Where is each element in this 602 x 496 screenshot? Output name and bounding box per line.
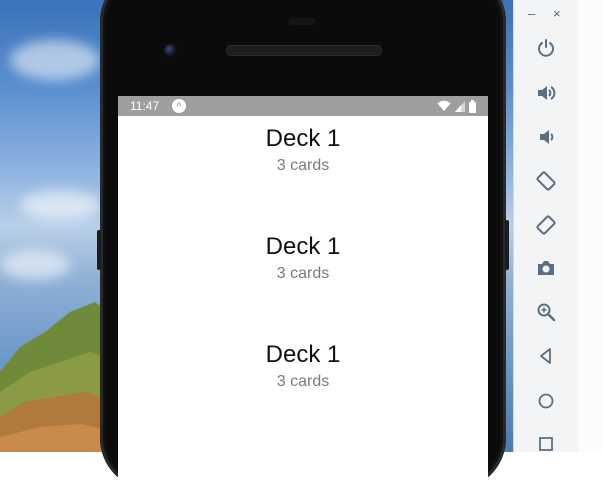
- rotate-left-icon: [536, 171, 556, 191]
- back-icon: [540, 348, 551, 364]
- overview-icon: [539, 437, 553, 451]
- deck-card-count: 3 cards: [276, 157, 330, 174]
- deck-title: Deck 1: [265, 341, 341, 368]
- emulator-toolbar: – ×: [513, 0, 579, 452]
- deck-item[interactable]: Deck 1 3 cards: [118, 124, 488, 177]
- status-bar: 11:47 ^: [118, 96, 488, 116]
- deck-card-count: 3 cards: [276, 373, 330, 390]
- close-button[interactable]: ×: [553, 6, 561, 21]
- window-edge: [578, 0, 602, 452]
- volume-down-icon: [540, 130, 554, 144]
- overview-button[interactable]: [530, 428, 562, 460]
- rotate-right-icon: [536, 215, 556, 235]
- zoom-button[interactable]: [530, 296, 562, 328]
- screenshot-button[interactable]: [530, 252, 562, 284]
- front-camera: [164, 44, 177, 57]
- expo-notification-icon: ^: [172, 99, 186, 113]
- status-time: 11:47: [130, 99, 160, 113]
- back-button[interactable]: [530, 340, 562, 372]
- minimize-button[interactable]: –: [528, 6, 535, 21]
- signal-icon: [455, 101, 465, 112]
- power-button[interactable]: [530, 32, 562, 64]
- rotate-left-button[interactable]: [530, 165, 562, 197]
- earpiece: [288, 18, 316, 25]
- camera-icon: [538, 261, 554, 275]
- deck-title: Deck 1: [265, 233, 341, 260]
- deck-card-count: 3 cards: [276, 265, 330, 282]
- phone-frame: 11:47 ^ Deck 1 3 cards Deck 1 3 cards De…: [97, 0, 509, 496]
- home-button[interactable]: [530, 385, 562, 417]
- deck-item[interactable]: Deck 1 3 cards: [118, 232, 488, 285]
- speaker-grille: [226, 45, 382, 56]
- wifi-icon: [437, 100, 451, 111]
- volume-up-icon: [538, 86, 556, 100]
- power-icon: [538, 39, 554, 57]
- deck-item[interactable]: Deck 1 3 cards: [118, 340, 488, 393]
- volume-up-button[interactable]: [530, 77, 562, 109]
- home-icon: [538, 393, 554, 409]
- battery-icon: [469, 99, 476, 113]
- zoom-icon: [537, 303, 556, 322]
- app-screen: 11:47 ^ Deck 1 3 cards Deck 1 3 cards De…: [118, 96, 488, 496]
- rotate-right-button[interactable]: [530, 209, 562, 241]
- deck-title: Deck 1: [265, 125, 341, 152]
- volume-down-button[interactable]: [530, 121, 562, 153]
- system-icons: [437, 99, 476, 113]
